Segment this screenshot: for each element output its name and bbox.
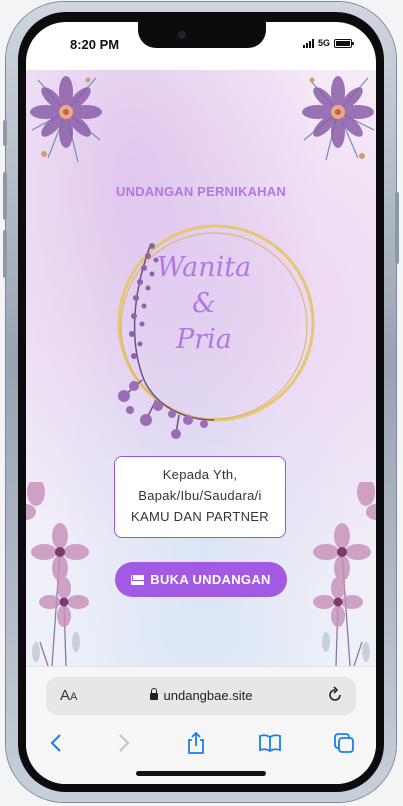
- invitation-cover: UNDANGAN PERNIKAHAN Wanita & Pria Kepada…: [26, 70, 376, 666]
- floral-decoration-top-left-icon: [30, 76, 102, 163]
- power-button: [395, 192, 399, 264]
- bride-name: Wanita: [156, 252, 252, 283]
- url-text: undangbae.site: [163, 688, 253, 703]
- camera-notch: [138, 22, 266, 48]
- floral-decoration-top-right-icon: [302, 76, 375, 161]
- open-invitation-label: BUKA UNDANGAN: [150, 572, 271, 587]
- forward-button[interactable]: [110, 729, 138, 757]
- signal-icon: [302, 38, 314, 48]
- url-display: undangbae.site: [46, 688, 356, 703]
- address-bar[interactable]: AA undangbae.site: [46, 677, 356, 715]
- recipient-greeting: Kepada Yth,: [162, 467, 238, 482]
- back-button[interactable]: [42, 729, 70, 757]
- phone-screen: 8:20 PM 5G UNDANGAN PERNIKAHAN Wanita & …: [26, 22, 376, 784]
- status-time: 8:20 PM: [70, 37, 120, 52]
- volume-down-button: [3, 230, 7, 278]
- open-invitation-button[interactable]: BUKA UNDANGAN: [115, 562, 287, 597]
- mute-switch: [3, 120, 7, 146]
- lock-icon: [149, 688, 158, 700]
- battery-icon: [334, 38, 354, 48]
- share-button[interactable]: [182, 729, 210, 757]
- network-label: 5G: [317, 38, 330, 48]
- invitation-title: UNDANGAN PERNIKAHAN: [116, 184, 286, 199]
- recipient-salutation: Bapak/Ibu/Saudara/i: [138, 488, 262, 503]
- book-icon: [259, 734, 281, 753]
- floral-decoration-bottom-right-icon: [313, 482, 376, 666]
- browser-toolbar: AA undangbae.site: [26, 666, 376, 784]
- envelope-icon: [131, 574, 145, 585]
- volume-up-button: [3, 172, 7, 220]
- home-indicator: [136, 771, 266, 776]
- recipient-name: KAMU DAN PARTNER: [131, 509, 269, 524]
- tabs-button[interactable]: [330, 729, 358, 757]
- chevron-left-icon: [50, 734, 61, 752]
- ampersand: &: [191, 288, 217, 319]
- status-icons: 5G: [302, 38, 354, 48]
- groom-name: Pria: [176, 324, 232, 355]
- browser-tab-bar: [26, 729, 376, 759]
- tabs-icon: [334, 733, 354, 753]
- couple-names: Wanita & Pria: [144, 250, 264, 358]
- share-icon: [188, 731, 204, 754]
- chevron-right-icon: [119, 734, 130, 752]
- floral-decoration-bottom-left-icon: [26, 482, 89, 666]
- bookmarks-button[interactable]: [256, 729, 284, 757]
- reload-icon[interactable]: [326, 686, 344, 704]
- recipient-card: Kepada Yth, Bapak/Ibu/Saudara/i KAMU DAN…: [114, 456, 286, 538]
